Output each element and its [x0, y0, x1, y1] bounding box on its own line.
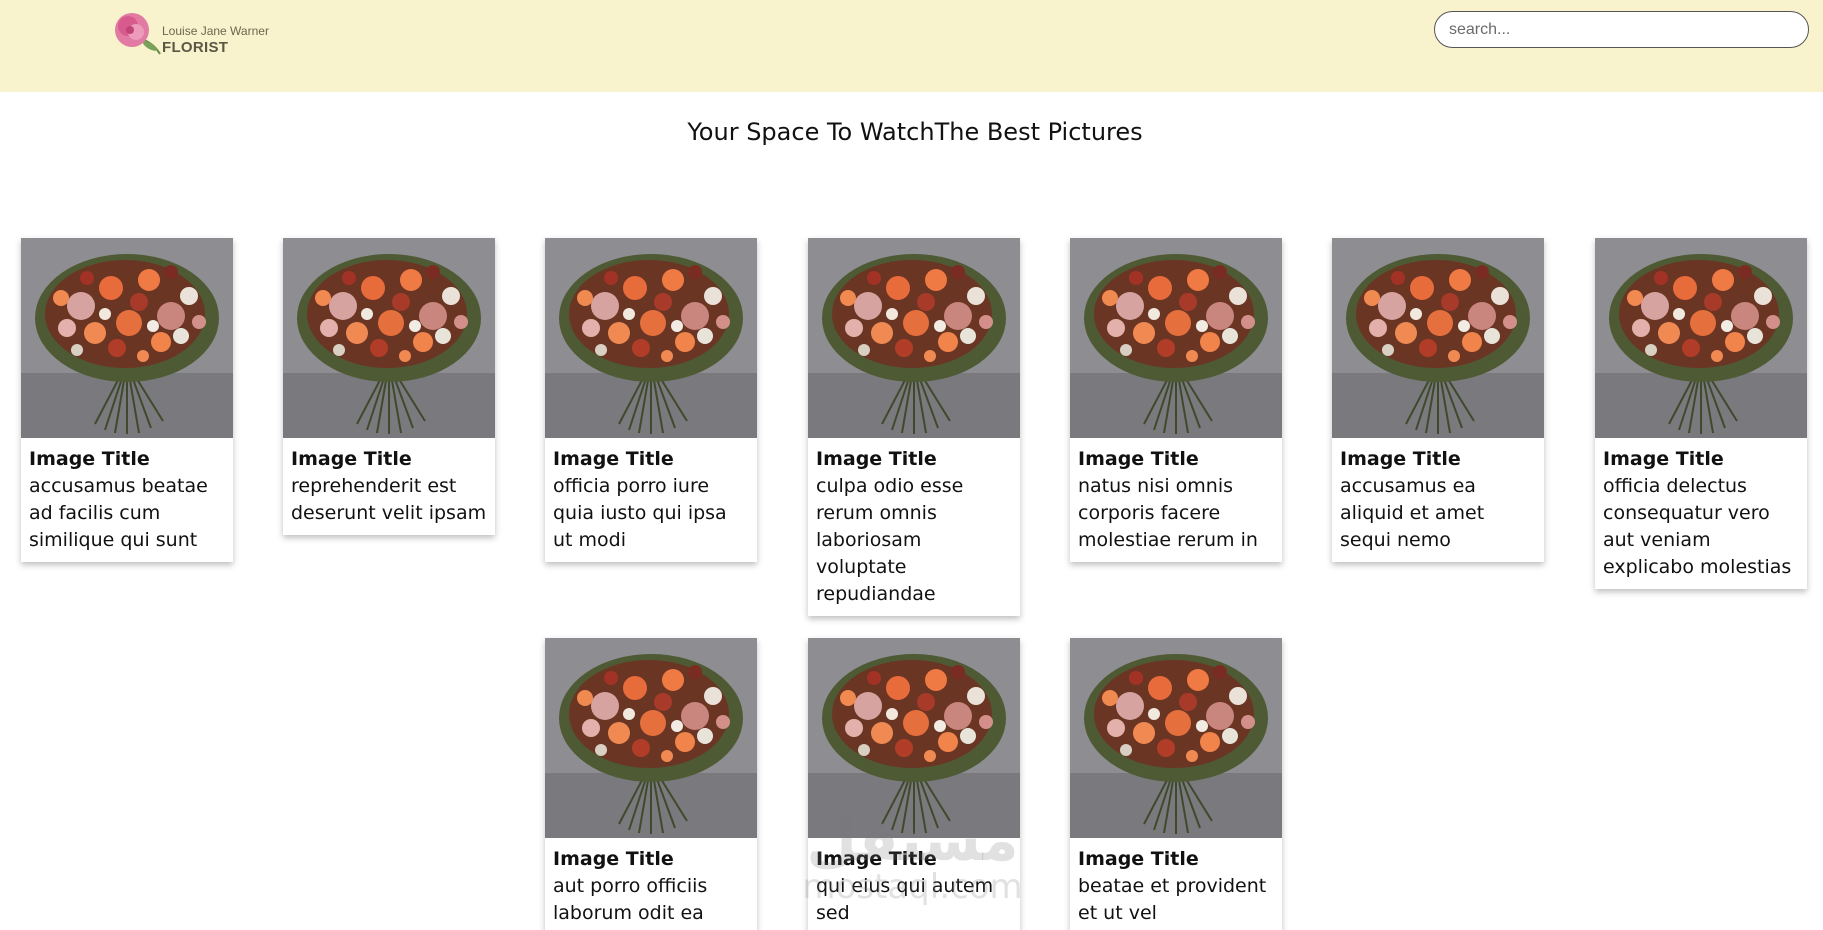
card-description: culpa odio esse rerum omnis laboriosam v… — [816, 475, 964, 605]
bouquet-image — [21, 238, 233, 438]
bouquet-image — [808, 238, 1020, 438]
peony-logo-icon — [115, 13, 161, 55]
bouquet-image — [1332, 238, 1544, 438]
bouquet-image — [1070, 238, 1282, 438]
image-card[interactable]: Image Title beatae et provident et ut vel — [1070, 638, 1282, 930]
site-header: Louise Jane Warner FLORIST — [0, 0, 1823, 92]
card-title: Image Title — [553, 848, 674, 870]
card-title: Image Title — [1078, 448, 1199, 470]
card-description: officia porro iure quia iusto qui ipsa u… — [553, 475, 727, 551]
image-card[interactable]: Image Title officia delectus consequatur … — [1595, 238, 1807, 589]
card-title: Image Title — [553, 448, 674, 470]
bouquet-image — [1070, 638, 1282, 838]
image-card[interactable]: Image Title accusamus beatae ad facilis c… — [21, 238, 233, 562]
logo-name: Louise Jane Warner — [162, 24, 269, 38]
image-card[interactable]: Image Title aut porro officiis laborum od… — [545, 638, 757, 930]
card-title: Image Title — [816, 448, 937, 470]
card-description: aut porro officiis laborum odit ea — [553, 875, 708, 924]
bouquet-image — [1595, 238, 1807, 438]
card-description: reprehenderit est deserunt velit ipsam — [291, 475, 487, 524]
image-card[interactable]: Image Title officia porro iure quia iusto… — [545, 238, 757, 562]
bouquet-image — [283, 238, 495, 438]
logo-florist: FLORIST — [162, 39, 229, 56]
card-description: qui eius qui autem sed — [816, 875, 994, 924]
search-input[interactable] — [1434, 11, 1809, 48]
image-card[interactable]: Image Title natus nisi omnis corporis fac… — [1070, 238, 1282, 562]
card-description: officia delectus consequatur vero aut ve… — [1603, 475, 1792, 578]
card-title: Image Title — [1603, 448, 1724, 470]
card-description: accusamus beatae ad facilis cum similiqu… — [29, 475, 208, 551]
card-title: Image Title — [291, 448, 412, 470]
image-card[interactable]: Image Title culpa odio esse rerum omnis l… — [808, 238, 1020, 616]
florist-logo[interactable]: Louise Jane Warner FLORIST — [110, 10, 270, 58]
card-title: Image Title — [1078, 848, 1199, 870]
image-card[interactable]: Image Title qui eius qui autem sed — [808, 638, 1020, 930]
bouquet-image — [545, 638, 757, 838]
image-card[interactable]: Image Title reprehenderit est deserunt ve… — [283, 238, 495, 535]
card-description: accusamus ea aliquid et amet sequi nemo — [1340, 475, 1485, 551]
card-description: natus nisi omnis corporis facere molesti… — [1078, 475, 1258, 551]
bouquet-image — [545, 238, 757, 438]
card-title: Image Title — [816, 848, 937, 870]
card-description: beatae et provident et ut vel — [1078, 875, 1267, 924]
card-title: Image Title — [1340, 448, 1461, 470]
image-card[interactable]: Image Title accusamus ea aliquid et amet … — [1332, 238, 1544, 562]
bouquet-image — [808, 638, 1020, 838]
card-title: Image Title — [29, 448, 150, 470]
page-title: Your Space To WatchThe Best Pictures — [687, 118, 1143, 146]
